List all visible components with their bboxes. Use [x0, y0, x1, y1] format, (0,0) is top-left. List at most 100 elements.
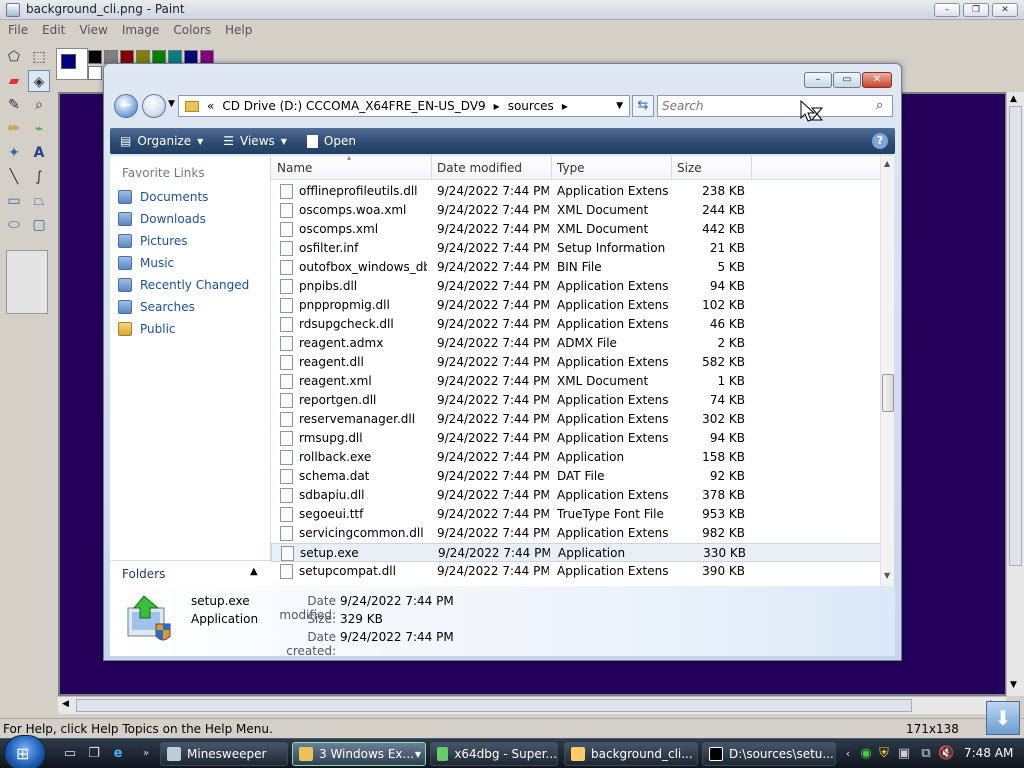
rounded-rect-icon[interactable]: ▢: [28, 214, 50, 236]
file-row[interactable]: osfilter.inf 9/24/2022 7:44 PM Setup Infor…: [271, 239, 881, 258]
file-row[interactable]: rdsupgcheck.dll 9/24/2022 7:44 PM Applicat…: [271, 315, 881, 334]
breadcrumb-drive[interactable]: CD Drive (D:) CCCOMA_X64FRE_EN-US_DV9: [222, 99, 485, 113]
fill-icon[interactable]: ◈: [28, 70, 50, 92]
pencil-icon[interactable]: ✏: [3, 118, 25, 140]
menu-help[interactable]: Help: [225, 23, 252, 37]
paint-close-button[interactable]: ✕: [992, 3, 1018, 17]
column-size[interactable]: Size: [677, 161, 702, 175]
tray-volume-muted-icon[interactable]: 🔇: [938, 746, 954, 762]
file-row[interactable]: sdbapiu.dll 9/24/2022 7:44 PM Application …: [271, 486, 881, 505]
column-divider[interactable]: [751, 156, 752, 180]
column-name[interactable]: Name: [277, 161, 312, 175]
help-icon[interactable]: ?: [872, 133, 888, 149]
views-button[interactable]: ☰ Views ▼: [213, 134, 297, 148]
address-dropdown-icon[interactable]: ▼: [616, 101, 623, 111]
palette-swatch[interactable]: [88, 66, 102, 80]
canvas-vertical-scrollbar[interactable]: ▲ ▼: [1006, 92, 1024, 696]
column-type[interactable]: Type: [557, 161, 585, 175]
polygon-icon[interactable]: ⏢: [28, 190, 50, 212]
tray-network-status-icon[interactable]: ◉: [858, 746, 874, 762]
tool-options-box[interactable]: [6, 250, 48, 314]
tray-security-icon[interactable]: ⛨: [876, 746, 892, 762]
palette-swatch[interactable]: [120, 50, 134, 64]
link-public[interactable]: Public: [118, 322, 176, 336]
file-row[interactable]: pnppropmig.dll 9/24/2022 7:44 PM Applicati…: [271, 296, 881, 315]
tray-network-icon[interactable]: ⧉: [918, 746, 934, 762]
file-row[interactable]: setupcompat.dll 9/24/2022 7:44 PM Applicat…: [271, 562, 881, 581]
taskbar-item-x64dbg[interactable]: x64dbg - Super...: [430, 742, 558, 766]
column-divider[interactable]: [671, 156, 672, 180]
explorer-close-button[interactable]: ✕: [862, 72, 892, 88]
breadcrumb-chevron-icon[interactable]: ▸: [494, 99, 500, 113]
organize-button[interactable]: ▤ Organize ▼: [110, 134, 213, 148]
link-music[interactable]: Music: [118, 256, 174, 270]
scroll-left-arrow-icon[interactable]: ◀: [62, 699, 69, 709]
menu-view[interactable]: View: [79, 23, 107, 37]
rect-select-icon[interactable]: ⬚: [28, 46, 50, 68]
palette-swatch[interactable]: [136, 50, 150, 64]
forward-arrow-icon[interactable]: →: [142, 94, 166, 118]
file-row[interactable]: pnpibs.dll 9/24/2022 7:44 PM Application E…: [271, 277, 881, 296]
file-row[interactable]: reagent.xml 9/24/2022 7:44 PM XML Document…: [271, 372, 881, 391]
color-picker-icon[interactable]: ✎: [3, 94, 25, 116]
switch-windows-icon[interactable]: ❐: [86, 746, 102, 762]
rectangle-icon[interactable]: ▭: [3, 190, 25, 212]
foreground-color[interactable]: [61, 54, 76, 69]
palette-swatch[interactable]: [200, 50, 214, 64]
explorer-maximize-button[interactable]: ▭: [833, 72, 861, 88]
refresh-icon[interactable]: ⇆: [632, 95, 654, 117]
breadcrumb-overflow[interactable]: «: [207, 99, 214, 113]
palette-swatch[interactable]: [168, 50, 182, 64]
magnifier-icon[interactable]: ⌕: [28, 94, 50, 116]
link-recently-changed[interactable]: Recently Changed: [118, 278, 249, 292]
free-select-icon[interactable]: ⬠: [3, 46, 25, 68]
h-scroll-thumb[interactable]: [76, 699, 912, 712]
file-row[interactable]: rmsupg.dll 9/24/2022 7:44 PM Application E…: [271, 429, 881, 448]
palette-swatch[interactable]: [152, 50, 166, 64]
folders-toggle[interactable]: Folders ▲: [110, 560, 271, 586]
link-documents[interactable]: Documents: [118, 190, 208, 204]
file-list-scrollbar[interactable]: ▲ ▼: [880, 156, 894, 586]
scroll-down-arrow-icon[interactable]: ▼: [1010, 680, 1017, 690]
search-icon[interactable]: ⌕: [876, 98, 883, 113]
file-row[interactable]: segoeui.ttf 9/24/2022 7:44 PM TrueType Fon…: [271, 505, 881, 524]
text-icon[interactable]: A: [28, 142, 50, 164]
eraser-icon[interactable]: ▰: [3, 70, 25, 92]
start-button[interactable]: ⊞: [4, 735, 46, 768]
file-row[interactable]: offlineprofileutils.dll 9/24/2022 7:44 PM…: [271, 182, 881, 201]
breadcrumb-chevron-icon[interactable]: ▸: [562, 99, 568, 113]
file-row[interactable]: reagent.dll 9/24/2022 7:44 PM Application …: [271, 353, 881, 372]
menu-edit[interactable]: Edit: [42, 23, 65, 37]
back-arrow-icon[interactable]: ←: [114, 94, 138, 118]
airbrush-icon[interactable]: ✦: [3, 142, 25, 164]
file-row[interactable]: rollback.exe 9/24/2022 7:44 PM Application…: [271, 448, 881, 467]
menu-image[interactable]: Image: [122, 23, 160, 37]
internet-explorer-icon[interactable]: e: [110, 746, 126, 762]
file-row[interactable]: reservemanager.dll 9/24/2022 7:44 PM Appli…: [271, 410, 881, 429]
file-row[interactable]: reagent.admx 9/24/2022 7:44 PM ADMX File 2 …: [271, 334, 881, 353]
open-button[interactable]: Open: [297, 134, 366, 148]
paint-minimize-button[interactable]: –: [934, 3, 960, 17]
current-colors[interactable]: [56, 48, 88, 80]
recent-pages-dropdown-icon[interactable]: ▼: [168, 99, 175, 109]
taskbar-item-setup[interactable]: D:\sources\setu...: [702, 742, 836, 766]
file-list-scroll-thumb[interactable]: [882, 374, 894, 412]
link-searches[interactable]: Searches: [118, 300, 195, 314]
scroll-up-arrow-icon[interactable]: ▲: [1010, 94, 1017, 104]
file-row[interactable]: reportgen.dll 9/24/2022 7:44 PM Applicatio…: [271, 391, 881, 410]
search-input[interactable]: Search: [657, 95, 893, 117]
curve-icon[interactable]: ∫: [28, 166, 50, 188]
scroll-down-arrow-icon[interactable]: ▼: [884, 571, 890, 580]
tray-expand-icon[interactable]: ‹: [840, 746, 856, 762]
file-row[interactable]: setup.exe 9/24/2022 7:44 PM Application 330…: [271, 543, 881, 562]
breadcrumb[interactable]: « CD Drive (D:) CCCOMA_X64FRE_EN-US_DV9 …: [178, 95, 630, 117]
menu-file[interactable]: File: [8, 23, 28, 37]
link-downloads[interactable]: Downloads: [118, 212, 206, 226]
ellipse-icon[interactable]: ⬭: [3, 214, 25, 236]
paint-maximize-button[interactable]: ❐: [963, 3, 989, 17]
file-row[interactable]: outofbox_windows_db... 9/24/2022 7:44 PM B…: [271, 258, 881, 277]
palette-swatch[interactable]: [184, 50, 198, 64]
brush-icon[interactable]: ⌁: [28, 118, 50, 140]
file-row[interactable]: oscomps.woa.xml 9/24/2022 7:44 PM XML Docu…: [271, 201, 881, 220]
taskbar-item-minesweeper[interactable]: Minesweeper: [160, 742, 288, 766]
